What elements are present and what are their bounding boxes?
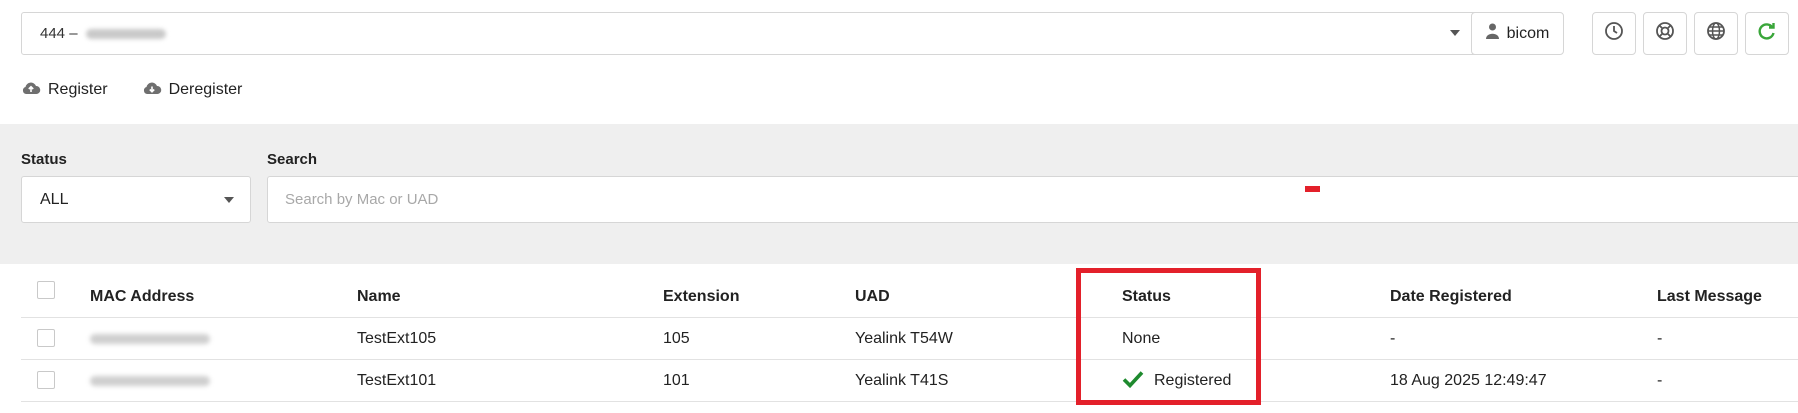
language-button[interactable] xyxy=(1694,12,1738,55)
deregister-button[interactable]: Deregister xyxy=(142,80,243,100)
refresh-button[interactable] xyxy=(1745,12,1789,55)
column-header-mac[interactable]: MAC Address xyxy=(90,276,194,318)
tenant-name-redacted xyxy=(85,28,166,39)
annotation-marker xyxy=(1305,186,1320,192)
status-filter-select[interactable]: ALL xyxy=(21,176,251,223)
column-header-extension[interactable]: Extension xyxy=(663,276,739,318)
cloud-download-icon xyxy=(142,80,162,100)
status-filter-label: Status xyxy=(21,151,67,168)
row-status: None xyxy=(1122,330,1161,347)
devices-table: MAC Address Name Extension UAD Status Da… xyxy=(21,276,1798,402)
row-checkbox[interactable] xyxy=(37,329,55,347)
mac-address-redacted xyxy=(90,318,210,360)
row-name: TestExt101 xyxy=(357,372,437,389)
search-input[interactable] xyxy=(267,176,1798,223)
tenant-select[interactable]: 444 – xyxy=(21,12,1479,55)
checkmark-icon xyxy=(1122,370,1144,393)
history-button[interactable] xyxy=(1592,12,1636,55)
refresh-icon xyxy=(1757,21,1777,46)
row-last-message: - xyxy=(1657,330,1663,347)
row-extension: 101 xyxy=(663,372,690,389)
column-header-last-message[interactable]: Last Message xyxy=(1657,276,1762,318)
row-status-cell: Registered xyxy=(1122,360,1231,402)
deregister-label: Deregister xyxy=(168,81,243,98)
clock-icon xyxy=(1604,21,1624,46)
action-bar: Register Deregister xyxy=(21,80,242,100)
column-header-status[interactable]: Status xyxy=(1122,276,1171,318)
mac-address-redacted xyxy=(90,360,210,402)
search-filter-label: Search xyxy=(267,151,318,168)
register-button[interactable]: Register xyxy=(21,80,108,100)
column-header-date-registered[interactable]: Date Registered xyxy=(1390,276,1512,318)
user-icon xyxy=(1485,23,1499,44)
row-date-registered: - xyxy=(1390,330,1396,347)
row-uad: Yealink T41S xyxy=(855,372,949,389)
row-date-registered: 18 Aug 2025 12:49:47 xyxy=(1390,372,1547,389)
chevron-down-icon xyxy=(224,197,234,203)
chevron-down-icon xyxy=(1450,30,1460,36)
register-label: Register xyxy=(48,81,108,98)
row-status: Registered xyxy=(1154,372,1232,389)
table-row[interactable]: TestExt101 101 Yealink T41S Registered 1… xyxy=(21,360,1798,402)
user-label: bicom xyxy=(1506,24,1550,42)
row-checkbox[interactable] xyxy=(37,371,55,389)
column-header-uad[interactable]: UAD xyxy=(855,276,890,318)
tenant-value: 444 – xyxy=(40,25,78,42)
status-filter-value: ALL xyxy=(40,190,69,208)
cloud-upload-icon xyxy=(21,80,41,100)
filter-panel: Status Search ALL xyxy=(0,124,1798,264)
row-uad: Yealink T54W xyxy=(855,330,953,347)
row-last-message: - xyxy=(1657,372,1663,389)
row-extension: 105 xyxy=(663,330,690,347)
column-header-name[interactable]: Name xyxy=(357,276,401,318)
table-header-row: MAC Address Name Extension UAD Status Da… xyxy=(21,276,1798,318)
row-name: TestExt105 xyxy=(357,330,437,347)
help-button[interactable] xyxy=(1643,12,1687,55)
lifebuoy-icon xyxy=(1655,21,1675,46)
table-row[interactable]: TestExt105 105 Yealink T54W None - - xyxy=(21,318,1798,360)
select-all-checkbox[interactable] xyxy=(37,281,55,299)
user-button[interactable]: bicom xyxy=(1471,12,1564,55)
globe-icon xyxy=(1706,21,1726,46)
